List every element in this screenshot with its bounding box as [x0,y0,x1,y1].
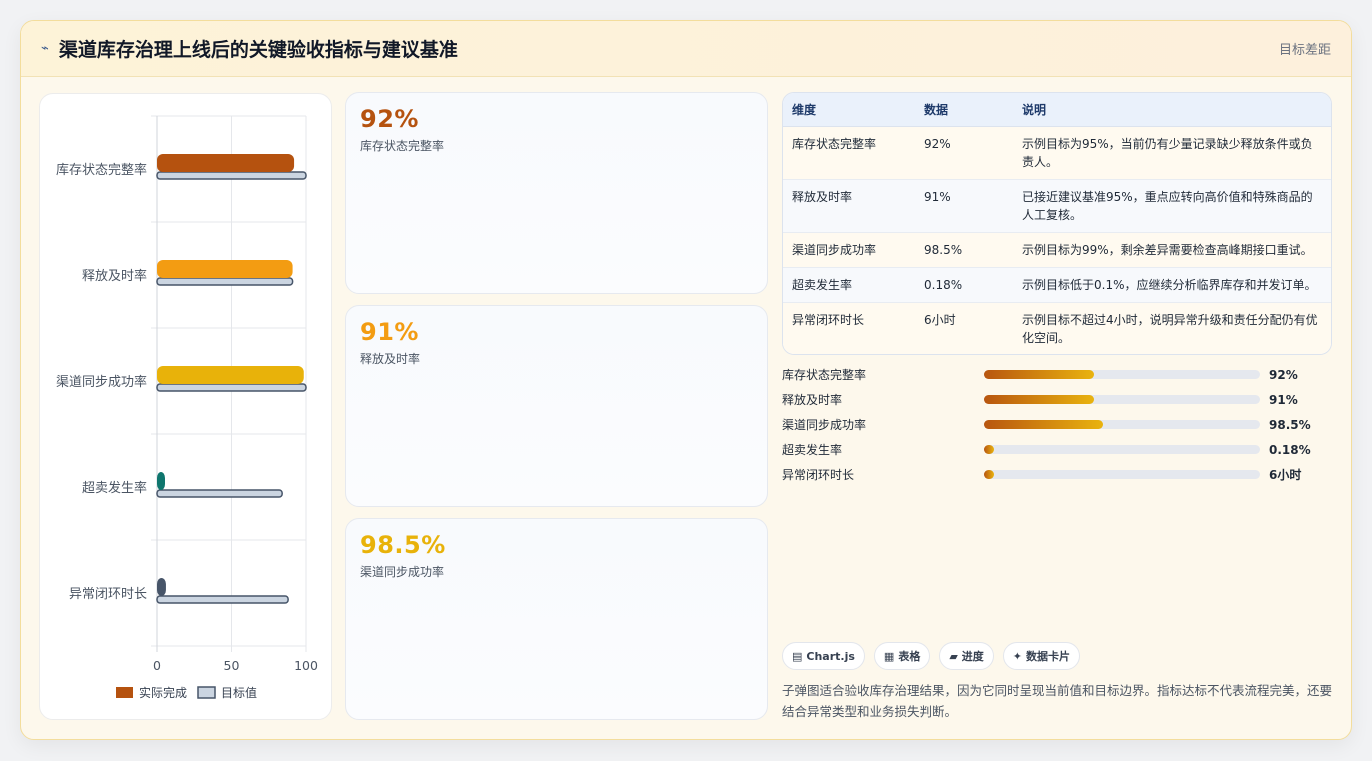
chip-progress[interactable]: ▰ 进度 [939,642,994,670]
progress-label: 库存状态完整率 [782,368,867,382]
tag-chips: ▤ Chart.js ▦ 表格 ▰ 进度 ✦ 数据卡片 [782,642,1081,670]
chip-data-card[interactable]: ✦ 数据卡片 [1002,642,1081,670]
stat-label: 库存状态完整率 [360,139,445,153]
progress-track [984,445,1260,454]
progress-value: 0.18% [1269,442,1311,457]
stat-value: 98.5% [360,531,446,559]
progress-track [984,370,1260,379]
target-bar [156,489,283,498]
target-gap-label: 目标差距 [1278,43,1331,58]
header: ⌁ 渠道库存治理上线后的关键验收指标与建议基准 目标差距 [21,21,1351,77]
x-tick-label: 0 [153,658,161,673]
table-icon: ▦ [883,649,895,663]
stat-label: 渠道同步成功率 [360,565,445,579]
chart-icon: ▤ [792,649,803,663]
metrics-table: 维度 数据 说明 库存状态完整率 92% 示例目标为95%，当前仍有少量记录缺少… [782,92,1332,355]
bullet-chart: 库存状态完整率释放及时率渠道同步成功率超卖发生率异常闭环时长 0 50 100 实际完成… [56,115,318,700]
target-bar [156,383,307,392]
progress-track [984,420,1260,429]
cell-data: 91% [915,179,1013,233]
progress-value: 98.5% [1269,417,1311,432]
col-header-dimension: 维度 [783,93,915,127]
category-label: 库存状态完整率 [56,162,147,178]
target-bar [156,595,289,604]
progress-row: 异常闭环时长 6小时 [782,462,1332,487]
target-bar [156,171,307,180]
progress-label: 渠道同步成功率 [782,418,867,432]
page-title: 渠道库存治理上线后的关键验收指标与建议基准 [58,39,458,61]
cell-description: 示例目标为95%，当前仍有少量记录缺少释放条件或负责人。 [1013,126,1331,180]
cell-data: 6小时 [915,302,1013,354]
progress-icon: ▰ [949,649,958,663]
cell-dimension: 渠道同步成功率 [783,232,915,268]
stat-value: 91% [360,318,419,346]
x-tick-label: 100 [294,658,318,673]
stat-value: 92% [360,105,419,133]
cell-data: 98.5% [915,232,1013,268]
legend-swatch-target [197,686,216,699]
cell-description: 示例目标低于0.1%，应继续分析临界库存和并发订单。 [1013,267,1331,303]
table-row: 释放及时率 91% 已接近建议基准95%，重点应转向高价值和特殊商品的人工复核。 [783,179,1331,233]
target-bar [156,277,294,286]
progress-list: 库存状态完整率 92% 释放及时率 91% 渠道同步成功率 98.5% 超卖发生… [782,362,1332,487]
progress-label: 超卖发生率 [782,443,843,457]
progress-label: 异常闭环时长 [782,468,855,482]
table-row: 渠道同步成功率 98.5% 示例目标为99%，剩余差异需要检查高峰期接口重试。 [783,232,1331,268]
x-tick-label: 50 [224,658,240,673]
progress-row: 渠道同步成功率 98.5% [782,412,1332,437]
sparkle-icon: ✦ [1012,649,1023,663]
progress-label: 释放及时率 [782,393,843,407]
cell-dimension: 异常闭环时长 [783,302,915,354]
progress-value: 6小时 [1269,468,1302,482]
cell-dimension: 库存状态完整率 [783,126,915,180]
cell-data: 92% [915,126,1013,180]
col-header-description: 说明 [1013,93,1331,127]
actual-bar [157,260,293,278]
stat-card-completeness: 92% 库存状态完整率 [345,92,768,294]
line-chart-icon: ⌁ [41,41,49,56]
actual-bar [157,472,165,490]
stat-card-sync: 98.5% 渠道同步成功率 [345,518,768,720]
progress-fill [984,420,1103,429]
actual-bar [157,578,166,596]
progress-track [984,470,1260,479]
category-label: 释放及时率 [82,268,147,284]
legend-label-actual: 实际完成 [139,685,187,700]
cell-dimension: 释放及时率 [783,179,915,233]
progress-row: 释放及时率 91% [782,387,1332,412]
table-row: 异常闭环时长 6小时 示例目标不超过4小时，说明异常升级和责任分配仍有优化空间。 [783,302,1331,354]
progress-fill [984,445,994,454]
col-header-data: 数据 [915,93,1013,127]
progress-fill [984,395,1094,404]
cell-data: 0.18% [915,267,1013,303]
cell-description: 示例目标为99%，剩余差异需要检查高峰期接口重试。 [1013,232,1331,268]
progress-fill [984,370,1094,379]
category-label: 渠道同步成功率 [56,374,147,390]
stat-label: 释放及时率 [360,352,421,366]
table-row: 超卖发生率 0.18% 示例目标低于0.1%，应继续分析临界库存和并发订单。 [783,267,1331,303]
category-label: 异常闭环时长 [69,587,147,602]
legend-label-target: 目标值 [221,685,257,700]
stat-card-release: 91% 释放及时率 [345,305,768,507]
progress-row: 库存状态完整率 92% [782,362,1332,387]
cell-description: 示例目标不超过4小时，说明异常升级和责任分配仍有优化空间。 [1013,302,1331,354]
chip-table[interactable]: ▦ 表格 [873,642,931,670]
progress-fill [984,470,994,479]
progress-track [984,395,1260,404]
table-header-row: 维度 数据 说明 [783,93,1331,127]
actual-bar [157,154,295,172]
progress-row: 超卖发生率 0.18% [782,437,1332,462]
actual-bar [157,366,304,384]
summary-note: 子弹图适合验收库存治理结果，因为它同时呈现当前值和目标边界。指标达标不代表流程完… [782,683,1333,719]
progress-value: 92% [1269,367,1298,382]
chip-chartjs[interactable]: ▤ Chart.js [782,642,865,670]
legend-swatch-actual [116,687,133,698]
cell-dimension: 超卖发生率 [783,267,915,303]
category-label: 超卖发生率 [82,480,147,496]
progress-value: 91% [1269,392,1298,407]
cell-description: 已接近建议基准95%，重点应转向高价值和特殊商品的人工复核。 [1013,179,1331,233]
table-row: 库存状态完整率 92% 示例目标为95%，当前仍有少量记录缺少释放条件或负责人。 [783,126,1331,180]
bullet-chart-panel: 库存状态完整率释放及时率渠道同步成功率超卖发生率异常闭环时长 0 50 100 实际完成… [39,93,332,720]
